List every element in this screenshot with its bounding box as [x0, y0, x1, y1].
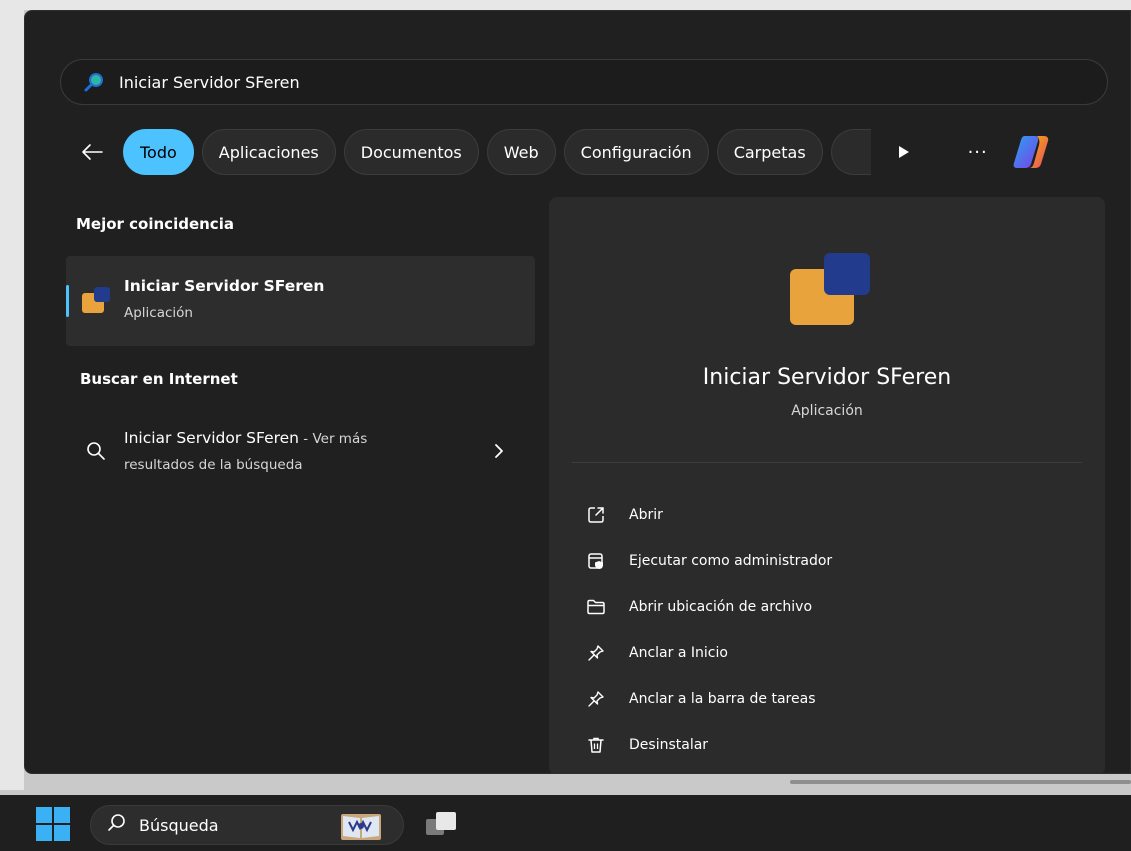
- action-run-as-admin[interactable]: Ejecutar como administrador: [585, 546, 832, 576]
- selection-indicator: [66, 285, 69, 317]
- preview-title: Iniciar Servidor SFeren: [702, 365, 952, 390]
- taskbar-search[interactable]: Búsqueda: [90, 805, 404, 845]
- web-result-title: Iniciar Servidor SFeren - Ver más: [124, 429, 367, 447]
- best-match-heading: Mejor coincidencia: [76, 215, 234, 233]
- search-icon: [86, 441, 106, 465]
- folder-icon: [585, 596, 607, 618]
- trash-icon: [585, 734, 607, 756]
- desktop-background: [0, 0, 1131, 10]
- action-pin-start[interactable]: Anclar a Inicio: [585, 638, 728, 668]
- action-uninstall[interactable]: Desinstalar: [585, 730, 708, 760]
- action-open[interactable]: Abrir: [585, 500, 663, 530]
- search-highlight-icon: [339, 810, 383, 846]
- best-match-name: Iniciar Servidor SFeren: [124, 277, 325, 295]
- filter-web[interactable]: Web: [486, 129, 556, 175]
- windows-start-icon[interactable]: [36, 807, 70, 841]
- chevron-right-icon: [494, 443, 504, 463]
- taskbar-search-label: Búsqueda: [139, 815, 219, 835]
- search-icon: [107, 813, 127, 837]
- task-view-icon[interactable]: [424, 809, 458, 843]
- action-label: Anclar a Inicio: [629, 645, 728, 661]
- desktop-background-left: [0, 0, 24, 790]
- sferen-app-icon: [82, 287, 110, 317]
- action-pin-taskbar[interactable]: Anclar a la barra de tareas: [585, 684, 815, 714]
- action-label: Ejecutar como administrador: [629, 553, 833, 569]
- filter-configuracion[interactable]: Configuración: [563, 129, 709, 175]
- action-open-file-location[interactable]: Abrir ubicación de archivo: [585, 592, 812, 622]
- search-icon: [83, 71, 105, 93]
- back-arrow-icon[interactable]: [77, 137, 107, 167]
- divider: [572, 462, 1082, 463]
- web-result-query: Iniciar Servidor SFeren: [124, 429, 300, 447]
- filter-bar: Todo Aplicaciones Documentos Web Configu…: [77, 129, 1053, 175]
- filter-todo[interactable]: Todo: [123, 129, 194, 175]
- more-options-button[interactable]: ···: [963, 137, 993, 167]
- run-as-admin-icon: [585, 550, 607, 572]
- search-panel: Todo Aplicaciones Documentos Web Configu…: [24, 10, 1131, 774]
- copilot-icon[interactable]: [1009, 132, 1053, 172]
- preview-pane: Iniciar Servidor SFeren Aplicación Abrir…: [549, 197, 1105, 773]
- filter-documentos[interactable]: Documentos: [343, 129, 479, 175]
- pin-icon: [585, 688, 607, 710]
- filter-carpetas[interactable]: Carpetas: [716, 129, 823, 175]
- web-search-result[interactable]: Iniciar Servidor SFeren - Ver más result…: [66, 421, 535, 481]
- web-result-suffix: - Ver más: [299, 431, 368, 447]
- search-box[interactable]: [60, 59, 1108, 105]
- best-match-type: Aplicación: [124, 305, 193, 321]
- preview-subtitle: Aplicación: [791, 403, 863, 419]
- action-label: Abrir: [629, 507, 663, 523]
- filter-overflow[interactable]: [830, 129, 871, 175]
- action-label: Abrir ubicación de archivo: [629, 599, 813, 615]
- taskbar: Búsqueda: [0, 795, 1131, 851]
- action-label: Desinstalar: [629, 737, 709, 753]
- pin-icon: [585, 642, 607, 664]
- web-result-subtitle: resultados de la búsqueda: [124, 457, 303, 473]
- action-label: Anclar a la barra de tareas: [629, 691, 816, 707]
- search-input[interactable]: [119, 72, 919, 92]
- scrollbar[interactable]: [790, 780, 1131, 784]
- filter-aplicaciones[interactable]: Aplicaciones: [201, 129, 336, 175]
- sferen-app-icon-large: [790, 253, 870, 329]
- open-external-icon: [585, 504, 607, 526]
- best-match-item[interactable]: Iniciar Servidor SFeren Aplicación: [66, 256, 535, 346]
- scroll-filters-right-icon[interactable]: [889, 137, 919, 167]
- web-search-heading: Buscar en Internet: [80, 370, 238, 388]
